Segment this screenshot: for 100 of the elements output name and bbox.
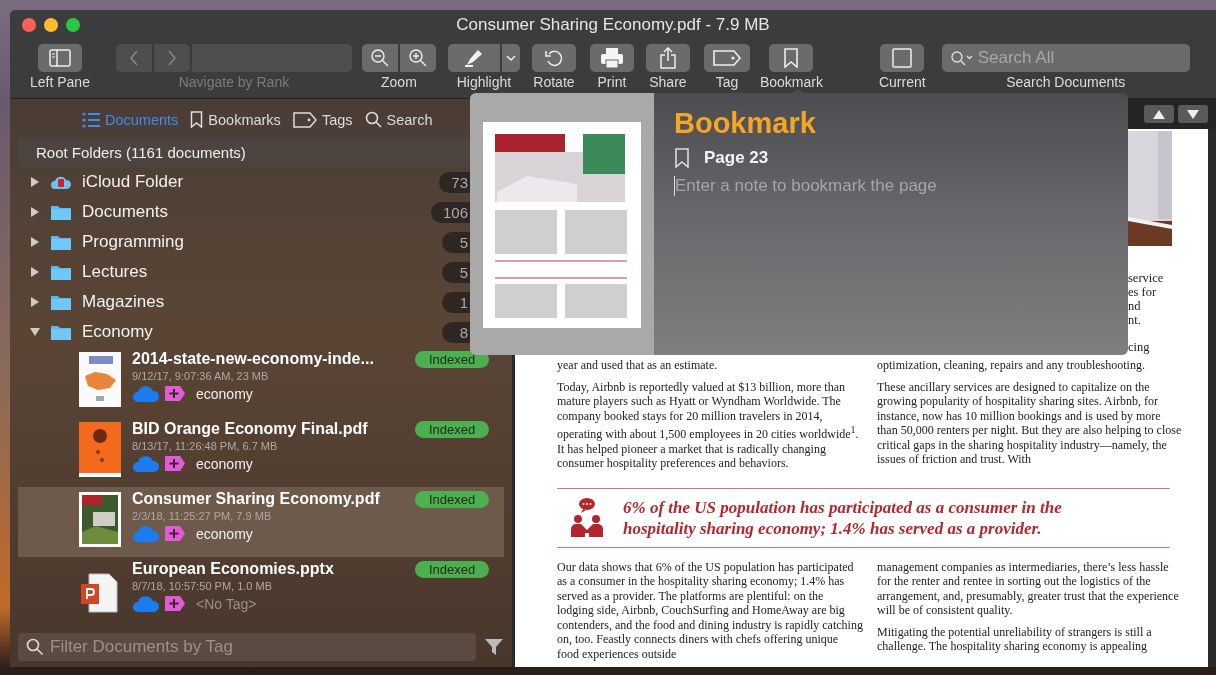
highlight-menu-button[interactable] bbox=[501, 44, 520, 72]
text-fragment: cing bbox=[1128, 340, 1151, 354]
filter-icon[interactable] bbox=[484, 638, 504, 656]
sidebar-tab[interactable]: Bookmarks bbox=[190, 111, 281, 128]
minimize-button[interactable] bbox=[44, 18, 58, 32]
paragraph: optimization, cleaning, repairs and any troubleshooting. bbox=[877, 358, 1146, 373]
search-field[interactable]: Search All bbox=[941, 44, 1190, 72]
filter-field[interactable]: Filter Documents by Tag bbox=[18, 633, 476, 661]
print-button[interactable] bbox=[589, 44, 634, 72]
list-icon bbox=[82, 111, 100, 128]
toolbar-label: Left Pane bbox=[30, 75, 90, 89]
rotate-icon bbox=[542, 48, 565, 68]
paragraph: management companies as intermediaries, there’s less hassle for the renter and rentee in sorting out the logistics of the arrangement, and, presumably, greater trust that the experience will be of consistent quality. bbox=[877, 559, 1180, 618]
toolbar-label: Bookmark bbox=[759, 75, 823, 89]
sidebar-tab[interactable]: Search bbox=[364, 111, 433, 128]
search-icon bbox=[26, 638, 44, 656]
folder-name[interactable]: Economy bbox=[82, 322, 432, 342]
add-tag-icon[interactable] bbox=[164, 525, 186, 542]
people-chat-icon bbox=[569, 496, 605, 539]
add-tag-icon[interactable] bbox=[164, 455, 186, 472]
forward-button[interactable] bbox=[153, 44, 190, 72]
disclosure-triangle-icon[interactable] bbox=[30, 176, 40, 188]
toolbar-label: Tag bbox=[715, 75, 739, 89]
paragraph: Today, Airbnb is reportedly valued at $13 billion, more than mature players such as Hyatt or Wyndham Worldwide. The company booked stays for 20 million travelers in 2014, operating with about 1,500 employees in 20 cities worldwide$^{1}$. It has helped pioneer a market that is radically changing consumer hospitality preferences and behaviors. bbox=[557, 379, 860, 471]
callout-quote: 6% of the US population has participated as a consumer in the hospitality sharing economy; 1.4% has served as a provider. bbox=[623, 496, 1063, 539]
toolbar-label: Navigate by Rank bbox=[178, 75, 290, 89]
cloud-icon bbox=[132, 525, 160, 542]
paragraph: These ancillary services are designed to capitalize on the growing popularity of hospitality sharing sites. Airbnb, for instance, now has 10 million bookings and is used by more than 50,000 renters per night. But they are also helping to close critical gaps in the sharing hospitality industry—namely, the issues of friction and trust. With bbox=[877, 379, 1183, 467]
toolbar-label: Search Documents bbox=[1006, 75, 1126, 89]
document-details: 8/7/18, 10:57:50 PM, 1.0 MB bbox=[132, 580, 274, 592]
folder-icon bbox=[50, 323, 72, 341]
down-triangle-icon bbox=[1187, 109, 1199, 119]
tag-button[interactable] bbox=[703, 44, 750, 72]
page-number: Page 23 bbox=[704, 148, 769, 168]
document-details: 2/3/18, 11:25:27 PM, 7.9 MB bbox=[132, 510, 273, 522]
next-page-button[interactable] bbox=[1178, 105, 1208, 123]
document-name: Consumer Sharing Economy.pdf bbox=[132, 490, 381, 508]
tag-icon bbox=[292, 111, 317, 128]
document-item[interactable]: European Economies.pptx 8/7/18, 10:57:50 PM, 1.0 MB <No Tag> Indexed bbox=[18, 557, 504, 627]
status-badge: Indexed bbox=[415, 491, 490, 508]
up-triangle-icon bbox=[1153, 109, 1165, 119]
add-tag-icon[interactable] bbox=[164, 595, 186, 612]
zoom-button[interactable] bbox=[66, 18, 80, 32]
close-button[interactable] bbox=[22, 18, 36, 32]
previous-page-button[interactable] bbox=[1144, 105, 1174, 123]
folder-icon bbox=[50, 293, 72, 311]
folder-icon bbox=[50, 233, 72, 251]
zoom-in-button[interactable] bbox=[399, 44, 436, 72]
disclosure-triangle-icon[interactable] bbox=[29, 327, 41, 337]
document-item[interactable]: Consumer Sharing Economy.pdf 2/3/18, 11:25:27 PM, 7.9 MB economy Indexed bbox=[18, 487, 504, 557]
bookmark-icon bbox=[674, 148, 690, 168]
toolbar-label: Current bbox=[878, 75, 926, 89]
disclosure-triangle-icon[interactable] bbox=[30, 236, 40, 248]
zoom-out-icon bbox=[369, 48, 390, 68]
toolbar-label: Zoom bbox=[381, 75, 417, 89]
disclosure-triangle-icon[interactable] bbox=[30, 266, 40, 278]
chevron-left-icon bbox=[128, 50, 139, 66]
tag-icon bbox=[711, 49, 742, 67]
document-name: 2014-state-new-economy-inde... bbox=[132, 350, 375, 368]
share-icon bbox=[658, 47, 677, 69]
status-badge: Indexed bbox=[415, 351, 490, 368]
status-badge: Indexed bbox=[415, 561, 490, 578]
tag-label: economy bbox=[196, 385, 253, 402]
cloud-icon bbox=[132, 455, 160, 472]
share-button[interactable] bbox=[645, 44, 690, 72]
toolbar-label: Print bbox=[597, 75, 627, 89]
add-tag-icon[interactable] bbox=[164, 385, 186, 402]
bookmark-button[interactable] bbox=[769, 44, 814, 72]
printer-icon bbox=[599, 47, 624, 69]
rotate-button[interactable] bbox=[531, 44, 576, 72]
document-item[interactable]: BID Orange Economy Final.pdf 8/13/17, 11:26:48 PM, 6.7 MB economy Indexed bbox=[18, 417, 504, 487]
folder-icon bbox=[50, 263, 72, 281]
caret-icon bbox=[505, 54, 516, 62]
status-badge: Indexed bbox=[415, 421, 490, 438]
highlight-button[interactable] bbox=[447, 44, 500, 72]
document-name: BID Orange Economy Final.pdf bbox=[132, 420, 369, 438]
paragraph: year and used that as an estimate. bbox=[557, 358, 719, 373]
folder-name[interactable]: Lectures bbox=[82, 262, 432, 282]
current-button[interactable] bbox=[880, 44, 925, 72]
folder-name[interactable]: Documents bbox=[82, 202, 421, 222]
note-field[interactable]: Enter a note to bookmark the page bbox=[674, 176, 1095, 196]
popover-title: Bookmark bbox=[674, 107, 817, 140]
cloud-icon bbox=[132, 385, 160, 402]
zoom-out-button[interactable] bbox=[361, 44, 398, 72]
folder-name[interactable]: Magazines bbox=[82, 292, 432, 312]
document-details: 9/12/17, 9:07:36 AM, 23 MB bbox=[132, 370, 270, 382]
bookmark-icon bbox=[190, 111, 204, 128]
folder-name[interactable]: iCloud Folder bbox=[82, 172, 430, 192]
chevron-right-icon bbox=[166, 50, 177, 66]
toolbar-label: Highlight bbox=[456, 75, 512, 89]
zoom-in-icon bbox=[407, 48, 428, 68]
left-pane-button[interactable] bbox=[37, 44, 82, 72]
document-item[interactable]: 2014-state-new-economy-inde... 9/12/17, 9:07:36 AM, 23 MB economy Indexed bbox=[18, 347, 504, 417]
folder-name[interactable]: Programming bbox=[82, 232, 432, 252]
sidebar-tab[interactable]: Tags bbox=[292, 111, 353, 128]
tag-label: economy bbox=[196, 525, 253, 542]
document-name: European Economies.pptx bbox=[132, 560, 335, 578]
disclosure-triangle-icon[interactable] bbox=[30, 206, 40, 218]
disclosure-triangle-icon[interactable] bbox=[30, 296, 40, 308]
tag-label: economy bbox=[196, 455, 253, 472]
